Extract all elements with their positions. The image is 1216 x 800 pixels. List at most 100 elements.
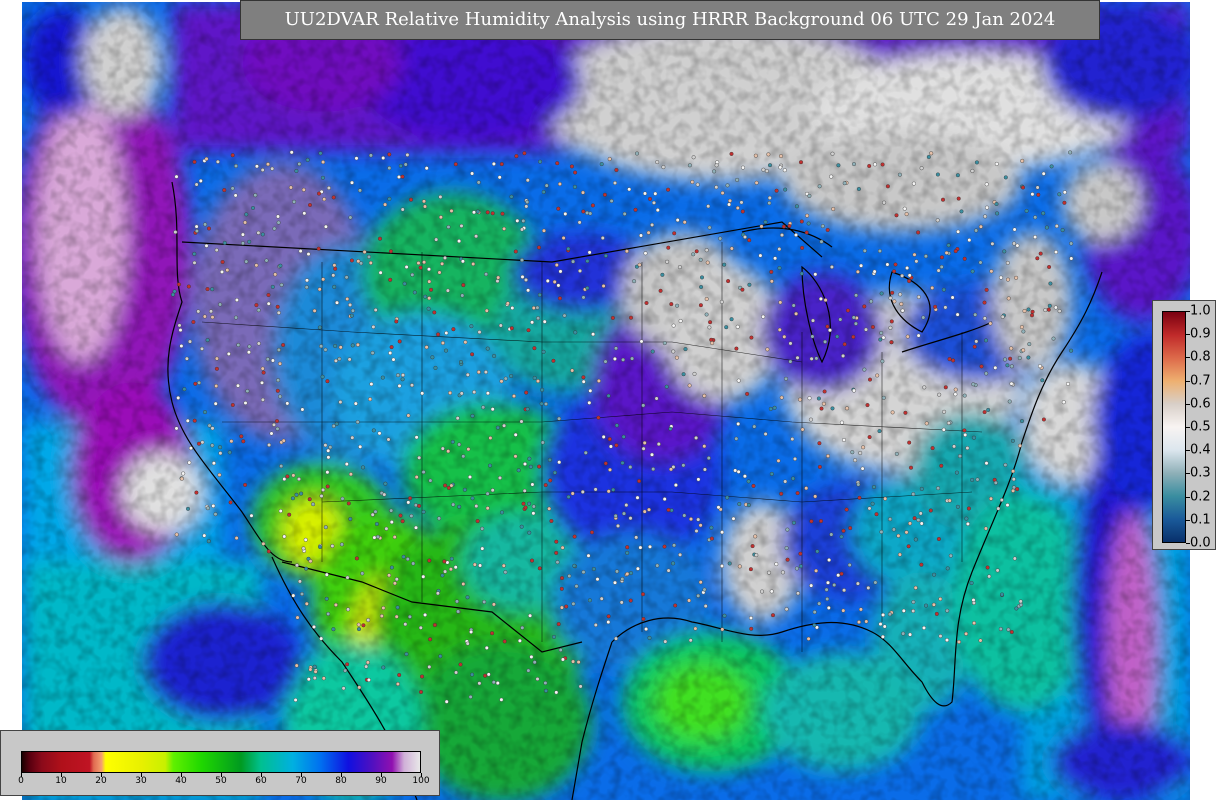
- station-dot: [666, 245, 671, 250]
- humidity-colorbar-tick-label: 50: [215, 776, 227, 786]
- station-dot: [966, 506, 971, 511]
- station-dot: [850, 450, 855, 455]
- station-dot: [509, 374, 514, 379]
- station-dot: [278, 263, 283, 268]
- station-dot: [282, 534, 287, 539]
- station-dot: [538, 159, 543, 164]
- station-dot: [468, 475, 473, 480]
- station-dot: [358, 188, 363, 193]
- station-dot: [941, 287, 946, 292]
- station-dot: [830, 151, 835, 156]
- station-dot: [1006, 627, 1011, 632]
- station-dot: [984, 371, 989, 376]
- station-dot: [395, 605, 400, 610]
- station-dot: [498, 475, 503, 480]
- station-dot: [289, 150, 294, 155]
- station-dot: [691, 252, 696, 257]
- station-dot: [318, 545, 323, 550]
- station-dot: [698, 523, 703, 528]
- station-dot: [427, 279, 432, 284]
- station-dot: [682, 220, 687, 225]
- station-dot: [222, 188, 227, 193]
- station-dot: [671, 349, 676, 354]
- station-dot: [273, 272, 278, 277]
- station-dot: [514, 154, 519, 159]
- station-dot: [745, 391, 750, 396]
- station-dot: [720, 530, 725, 535]
- station-dot: [870, 501, 875, 506]
- station-dot: [313, 669, 318, 674]
- station-dot: [647, 507, 652, 512]
- station-dot: [916, 295, 921, 300]
- station-dot: [528, 464, 533, 469]
- station-dot: [791, 476, 796, 481]
- station-dot: [350, 343, 355, 348]
- station-dot: [566, 246, 571, 251]
- station-dot: [839, 534, 844, 539]
- station-dot: [851, 315, 856, 320]
- station-dot: [410, 272, 415, 277]
- station-dot: [919, 562, 924, 567]
- station-dot: [729, 151, 734, 156]
- station-dot: [186, 284, 191, 289]
- station-dot: [945, 638, 950, 643]
- station-dot: [938, 597, 943, 602]
- station-dot: [932, 572, 937, 577]
- station-dot: [320, 374, 325, 379]
- station-dot: [898, 292, 903, 297]
- difference-colorbar-tick-label: 0.5: [1190, 419, 1211, 435]
- station-dot: [646, 230, 651, 235]
- station-dot: [853, 321, 858, 326]
- station-dot: [520, 274, 525, 279]
- station-dot: [305, 278, 310, 283]
- station-dot: [705, 260, 710, 265]
- station-dot: [945, 566, 950, 571]
- station-dot: [736, 469, 741, 474]
- station-dot: [265, 162, 270, 167]
- station-dot: [620, 460, 625, 465]
- station-dot: [687, 598, 692, 603]
- station-dot: [461, 582, 466, 587]
- station-dot: [892, 299, 897, 304]
- station-dot: [687, 163, 692, 168]
- station-dot: [481, 405, 486, 410]
- station-dot: [794, 566, 799, 571]
- station-dot: [291, 473, 296, 478]
- station-dot: [993, 480, 998, 485]
- station-dot: [192, 251, 197, 256]
- station-dot: [882, 624, 887, 629]
- station-dot: [879, 291, 884, 296]
- station-dot: [444, 699, 449, 704]
- station-dot: [965, 521, 970, 526]
- station-dot: [628, 598, 633, 603]
- station-dot: [291, 593, 296, 598]
- station-dot: [625, 571, 630, 576]
- station-dot: [409, 197, 414, 202]
- station-dot: [868, 377, 873, 382]
- station-dot: [184, 356, 189, 361]
- station-dot: [666, 507, 671, 512]
- station-dot: [706, 204, 711, 209]
- station-dot: [194, 228, 199, 233]
- station-dot: [702, 587, 707, 592]
- station-dot: [959, 209, 964, 214]
- station-dot: [202, 533, 207, 538]
- station-dot: [599, 596, 604, 601]
- station-dot: [427, 664, 432, 669]
- station-dot: [829, 174, 834, 179]
- station-dot: [989, 269, 994, 274]
- humidity-colorbar-gradient: [21, 751, 421, 773]
- station-dot: [210, 315, 215, 320]
- station-dot: [455, 599, 460, 604]
- station-dot: [816, 396, 821, 401]
- station-dot: [644, 627, 649, 632]
- station-dot: [214, 366, 219, 371]
- station-dot: [194, 182, 199, 187]
- station-dot: [281, 438, 286, 443]
- station-dot: [569, 164, 574, 169]
- station-dot: [962, 256, 967, 261]
- station-dot: [661, 165, 666, 170]
- station-dot: [483, 673, 488, 678]
- station-dot: [524, 277, 529, 282]
- station-dot: [428, 478, 433, 483]
